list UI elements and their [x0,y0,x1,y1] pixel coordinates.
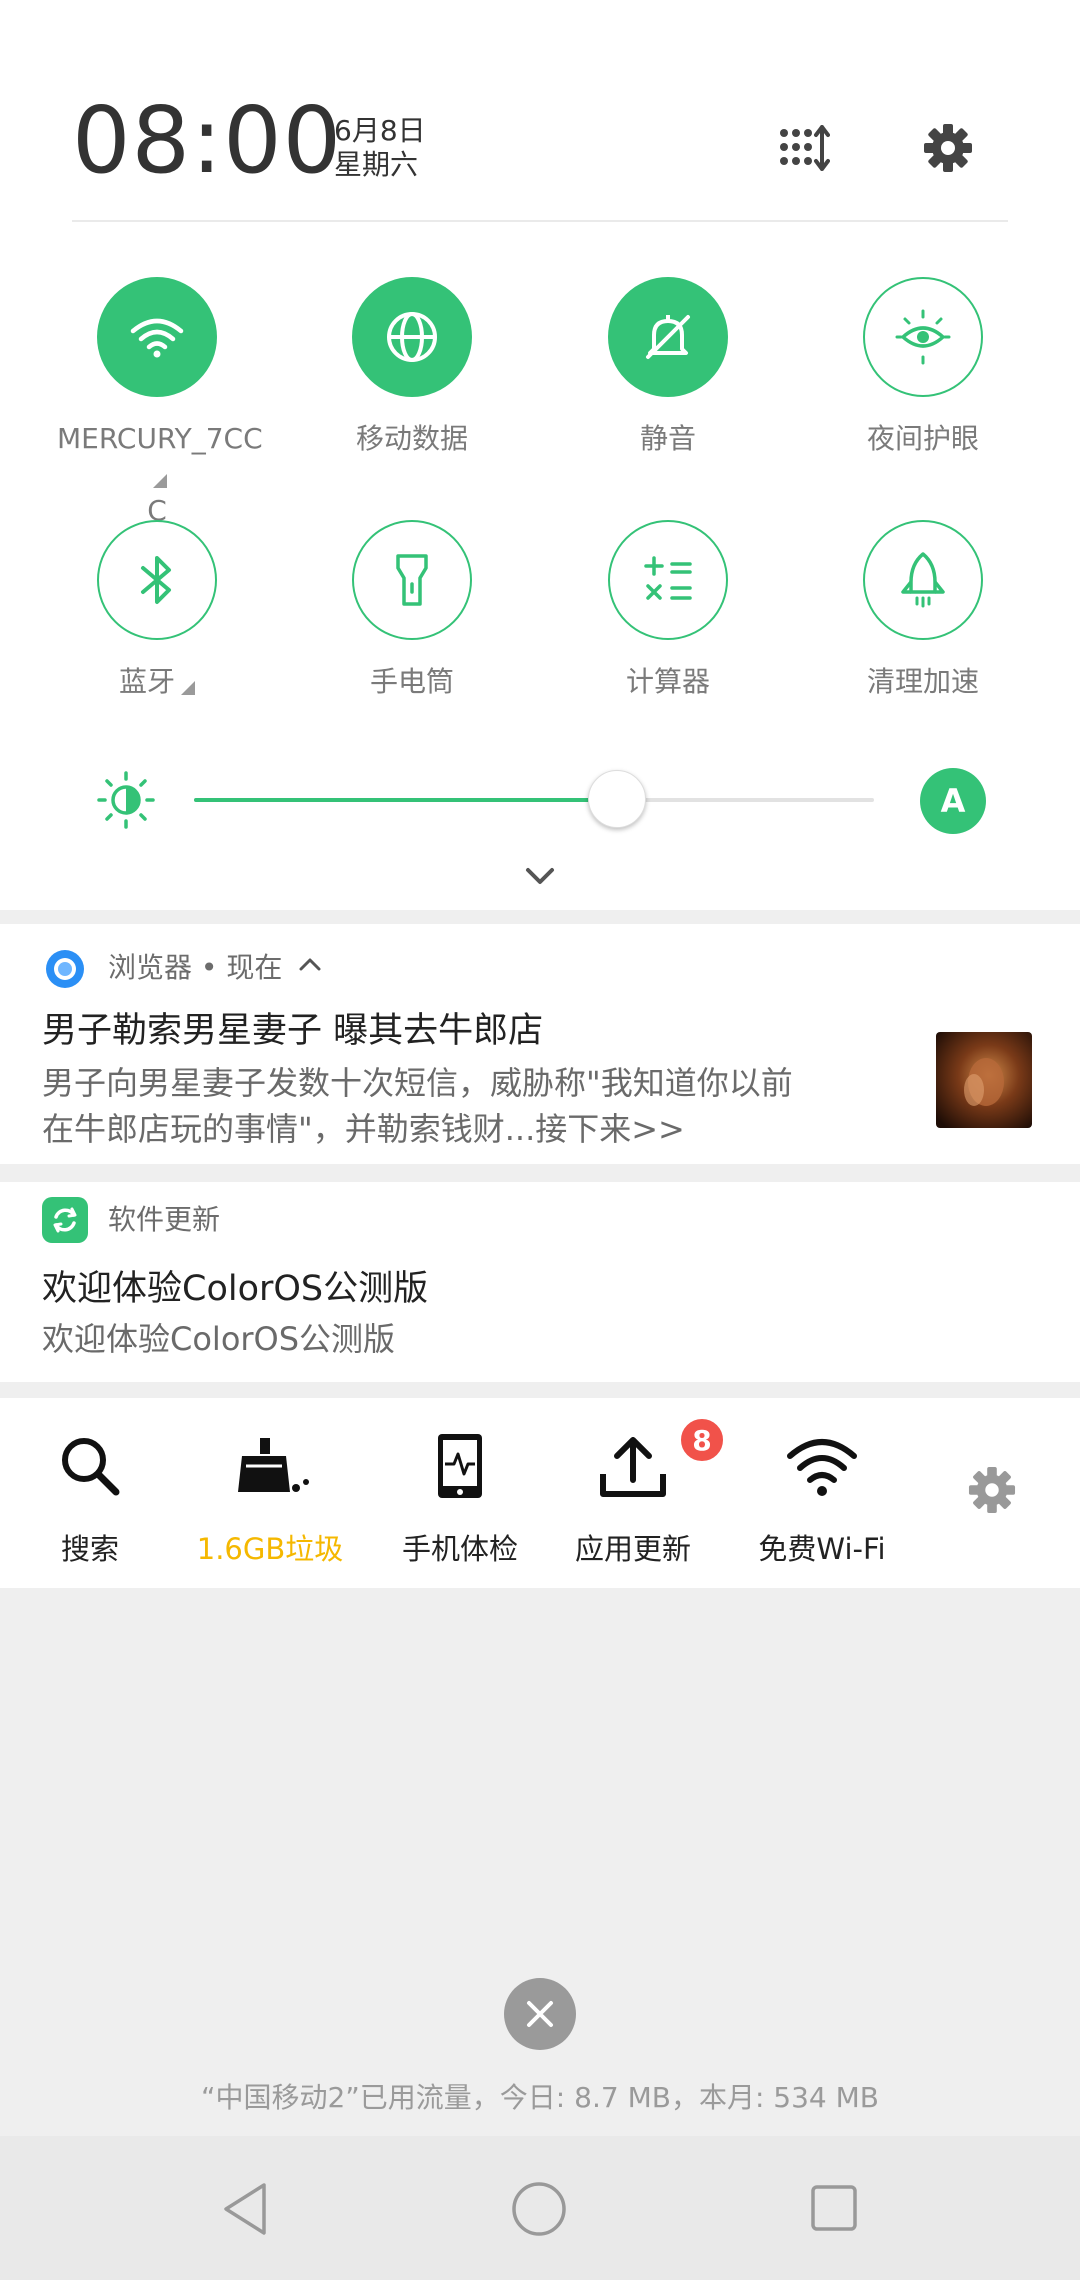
tile-flashlight-label: 手电筒 [369,665,454,698]
back-triangle-icon [224,2183,266,2235]
tool-search-label: 搜索 [60,1532,119,1566]
tool-junk-clean[interactable]: 1.6GB垃圾 [190,1426,350,1568]
tile-calculator-label: 计算器 [625,665,710,698]
notification-app-name: 浏览器 • 现在 [108,950,323,986]
auto-brightness-button[interactable]: A [920,768,986,834]
tile-silent[interactable]: 静音 [568,277,768,457]
tile-mobile-data-label: 移动数据 [355,422,468,455]
close-icon [527,2001,553,2027]
notification-body: 男子向男星妻子发数十次短信，威胁称"我知道你以前 在牛郎店玩的事情"，并勒索钱财… [42,1064,793,1148]
expand-triangle-icon [153,474,167,488]
notification-software-update[interactable]: 软件更新 欢迎体验ColorOS公测版 欢迎体验ColorOS公测版 [0,1182,1080,1382]
phone-check-icon [395,1426,525,1506]
notification-title: 欢迎体验ColorOS公测版 [42,1269,429,1309]
data-usage-text: “中国移动2”已用流量，今日: 8.7 MB，本月: 534 MB [200,2081,879,2114]
bell-off-icon[interactable] [608,277,728,397]
recents-button[interactable] [808,2182,860,2234]
tile-bluetooth-label: 蓝牙 [57,664,257,700]
brightness-slider[interactable] [194,798,874,802]
header-divider [72,220,1008,222]
tool-app-update-label: 应用更新 [574,1532,691,1566]
news-thumbnail [936,1032,1032,1128]
notification-body: 欢迎体验ColorOS公测版 [42,1320,396,1358]
wifi-icon [752,1426,892,1506]
date-label: 6月8日 [334,114,426,147]
home-button[interactable] [510,2180,568,2238]
globe-icon[interactable] [352,277,472,397]
tile-wifi-label: MERCURY_7CC C [57,422,263,527]
update-app-icon [42,1197,88,1243]
tools-bar: 搜索 1.6GB垃圾 手机体检 8 应用更新 免费Wi-Fi [0,1398,1080,1588]
tile-night-mode-label: 夜间护眼 [866,422,979,455]
chevron-up-icon[interactable] [297,955,323,975]
tile-mobile-data[interactable]: 移动数据 [312,277,512,457]
tool-app-update[interactable]: 8 应用更新 [568,1416,726,1568]
date-block: 6月8日 星期六 [334,114,426,182]
notification-app-name: 软件更新 [108,1203,221,1236]
tile-boost-label: 清理加速 [866,665,979,698]
wifi-icon[interactable] [97,277,217,397]
flashlight-icon[interactable] [352,520,472,640]
tile-calculator[interactable]: 计算器 [568,520,768,700]
home-circle-icon [512,2182,566,2236]
broom-icon [190,1426,350,1506]
upload-icon: 8 [568,1416,726,1506]
gear-icon[interactable] [918,118,978,178]
chevron-down-icon[interactable] [520,862,560,892]
expand-triangle-icon [181,681,195,695]
tile-flashlight[interactable]: 手电筒 [312,520,512,700]
gear-icon[interactable] [968,1466,1018,1516]
eye-icon[interactable] [863,277,983,397]
tile-silent-label: 静音 [639,422,696,455]
tile-night-mode[interactable]: 夜间护眼 [823,277,1023,457]
search-icon [30,1426,150,1506]
grid-sort-icon[interactable] [774,118,834,178]
tool-free-wifi-label: 免费Wi-Fi [758,1532,886,1566]
weekday-label: 星期六 [334,148,419,181]
tool-junk-clean-label: 1.6GB垃圾 [196,1532,344,1566]
tile-bluetooth[interactable]: 蓝牙 [57,520,257,700]
brightness-icon [96,770,156,830]
calculator-icon[interactable] [608,520,728,640]
update-count-badge: 8 [678,1416,726,1464]
notification-title: 男子勒索男星妻子 曝其去牛郎店 [42,1011,544,1051]
bluetooth-icon[interactable] [97,520,217,640]
tool-free-wifi[interactable]: 免费Wi-Fi [752,1426,892,1568]
rocket-icon[interactable] [863,520,983,640]
tile-boost[interactable]: 清理加速 [823,520,1023,700]
brightness-slider-fill [194,798,616,802]
notification-browser[interactable]: 浏览器 • 现在 男子勒索男星妻子 曝其去牛郎店 男子向男星妻子发数十次短信，威… [0,924,1080,1164]
navigation-bar [0,2136,1080,2280]
tool-phone-check-label: 手机体检 [401,1532,518,1566]
tile-wifi[interactable]: MERCURY_7CC C [57,277,263,529]
brightness-slider-thumb[interactable] [587,770,646,828]
clock-time: 08:00 [72,87,343,194]
tool-search[interactable]: 搜索 [30,1426,150,1568]
clear-all-button[interactable] [504,1978,576,2050]
tool-phone-check[interactable]: 手机体检 [395,1426,525,1568]
browser-app-icon [42,946,88,992]
quick-settings-panel: 08:00 6月8日 星期六 MERCURY_7CC C 移动数据 静音 夜间护… [0,0,1080,910]
back-button[interactable] [218,2180,272,2238]
recents-square-icon [811,2185,857,2231]
